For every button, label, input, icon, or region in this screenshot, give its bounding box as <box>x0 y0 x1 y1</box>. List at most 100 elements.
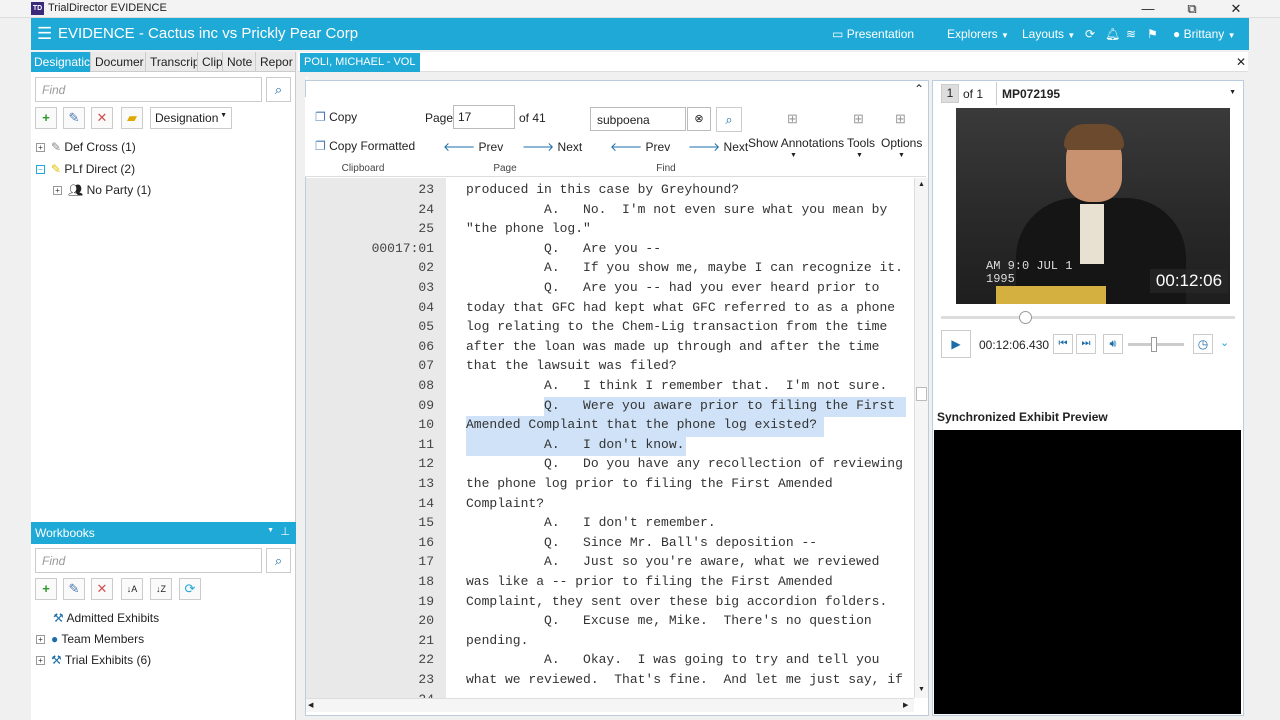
sort-asc-icon[interactable]: ↓A <box>121 578 143 600</box>
expand-icon[interactable]: + <box>36 143 45 153</box>
volume-icon[interactable]: 🔊︎ <box>1103 334 1123 354</box>
user-menu[interactable]: ● Brittany ▼ <box>1173 27 1236 41</box>
exhibit-select[interactable]: MP072195 ▼ <box>996 82 1242 105</box>
play-button[interactable]: ▶ <box>941 330 971 358</box>
wifi-icon[interactable]: ≋ <box>1126 27 1136 41</box>
workbook-item[interactable]: + ⚒ Trial Exhibits (6) <box>36 653 151 667</box>
transcript-line[interactable]: 04 today that GFC had kept what GFC refer… <box>306 300 914 320</box>
transcript-line[interactable]: 07 that the lawsuit was filed? <box>306 358 914 378</box>
transcript-line[interactable]: 23 produced in this case by Greyhound? <box>306 182 914 202</box>
presentation-button[interactable]: ▭ Presentation <box>832 27 914 41</box>
pin-icon[interactable]: ⊥ <box>280 525 290 538</box>
maximize-button[interactable]: ⧉ <box>1182 1 1202 17</box>
hamburger-menu-icon[interactable]: ☰ <box>37 24 52 44</box>
transcript-line[interactable]: 17 A. Just so you're aware, what we revi… <box>306 554 914 574</box>
tab-notes[interactable]: Note <box>224 52 256 72</box>
volume-handle[interactable] <box>1151 337 1157 352</box>
page-prev-button[interactable]: 🡐 Prev <box>443 139 503 154</box>
edit-icon[interactable]: ✎ <box>63 107 85 129</box>
transcript-body[interactable]: 23 produced in this case by Greyhound? 24 … <box>306 178 914 698</box>
tree-item[interactable]: + ✎ Def Cross (1) <box>36 140 136 154</box>
designation-select[interactable]: Designation ▼ <box>150 107 232 129</box>
transcript-line[interactable]: 12 Q. Do you have any recollection of re… <box>306 456 914 476</box>
scroll-up-icon[interactable]: ▲ <box>918 181 925 188</box>
bell-icon[interactable]: 🔔︎ <box>1105 27 1120 41</box>
collapse-ribbon-icon[interactable]: ⌃ <box>914 82 924 96</box>
show-annotations-button[interactable]: Show Annotations <box>748 136 844 150</box>
clock-icon[interactable]: ◷ <box>1193 334 1213 354</box>
page-next-button[interactable]: 🡒 Next <box>522 139 582 154</box>
workbooks-find-input[interactable]: Find <box>35 548 262 573</box>
transcript-line[interactable]: 03 Q. Are you -- had you ever heard prio… <box>306 280 914 300</box>
tab-transcripts[interactable]: Transcrip <box>147 52 198 72</box>
tab-transcript-poli[interactable]: POLI, MICHAEL - VOL 1 <box>300 53 420 87</box>
transcript-line[interactable]: 16 Q. Since Mr. Ball's deposition -- <box>306 535 914 555</box>
skip-back-icon[interactable]: ⏮ <box>1053 334 1073 354</box>
folder-icon[interactable]: ▰ <box>121 107 143 129</box>
transcript-line[interactable]: 18 was like a -- prior to filing the Firs… <box>306 574 914 594</box>
transcript-line[interactable]: 11 A. I don't know. <box>306 437 914 457</box>
transcript-line[interactable]: 25 "the phone log." <box>306 221 914 241</box>
copy-formatted-button[interactable]: ❐ Copy Formatted <box>315 139 415 153</box>
transcript-line[interactable]: 19 Complaint, they sent over these big ac… <box>306 594 914 614</box>
edit-icon[interactable]: ✎ <box>63 578 85 600</box>
chevron-down-icon[interactable]: ⌄ <box>1220 336 1229 349</box>
find-prev-button[interactable]: 🡐 Prev <box>610 139 670 154</box>
transcript-line[interactable]: 06 after the loan was made up through and… <box>306 339 914 359</box>
designation-find-input[interactable]: Find <box>35 77 262 102</box>
transcript-line[interactable]: 24 A. No. I'm not even sure what you mea… <box>306 202 914 222</box>
tab-designations[interactable]: Designatic <box>31 52 91 72</box>
video-frame[interactable]: AM 9:0 JUL 1 1995 00:12:06 <box>956 108 1230 304</box>
add-icon[interactable]: + <box>35 578 57 600</box>
transcript-line[interactable]: 15 A. I don't remember. <box>306 515 914 535</box>
tools-button[interactable]: Tools <box>847 136 875 150</box>
layouts-menu[interactable]: Layouts ▼ <box>1022 27 1075 41</box>
add-icon[interactable]: + <box>35 107 57 129</box>
caret-down-icon[interactable]: ▼ <box>267 527 274 534</box>
transcript-line[interactable]: 08 A. I think I remember that. I'm not s… <box>306 378 914 398</box>
transcript-line[interactable]: 23 what we reviewed. That's fine. And let… <box>306 672 914 692</box>
close-document-icon[interactable]: ✕ <box>1236 55 1246 69</box>
explorers-menu[interactable]: Explorers ▼ <box>947 27 1009 41</box>
tree-item[interactable]: + 👥︎ No Party (1) <box>53 183 151 197</box>
close-button[interactable]: ✕ <box>1226 1 1246 17</box>
scroll-thumb[interactable] <box>916 387 927 401</box>
flag-icon[interactable]: ⚑ <box>1147 27 1158 41</box>
scroll-right-icon[interactable]: ▶ <box>903 701 908 709</box>
expand-icon[interactable]: + <box>36 635 45 645</box>
transcript-line[interactable]: 21 pending. <box>306 633 914 653</box>
search-icon[interactable]: ⌕ <box>716 107 742 132</box>
skip-forward-icon[interactable]: ⏭ <box>1076 334 1096 354</box>
scroll-left-icon[interactable]: ◀ <box>308 701 313 709</box>
video-progress-track[interactable] <box>941 316 1235 319</box>
transcript-line[interactable]: 09 Q. Were you aware prior to filing the… <box>306 398 914 418</box>
exhibit-page-number[interactable]: 1 <box>941 84 959 103</box>
clear-find-icon[interactable]: ⊗ <box>687 107 711 131</box>
tree-item[interactable]: − ✎ PLf Direct (2) <box>36 162 135 176</box>
expand-icon[interactable]: + <box>53 186 62 196</box>
vertical-scrollbar[interactable]: ▲ ▼ <box>914 178 928 698</box>
delete-icon[interactable]: ✕ <box>91 107 113 129</box>
expand-icon[interactable]: + <box>36 656 45 666</box>
minimize-button[interactable]: — <box>1138 1 1158 16</box>
delete-icon[interactable]: ✕ <box>91 578 113 600</box>
workbook-item[interactable]: + ● Team Members <box>36 632 144 646</box>
options-button[interactable]: Options <box>881 136 922 150</box>
page-number-input[interactable]: 17 <box>453 105 515 129</box>
transcript-line[interactable]: 02 A. If you show me, maybe I can recogn… <box>306 260 914 280</box>
refresh-icon[interactable]: ⟳ <box>1085 27 1095 41</box>
scroll-down-icon[interactable]: ▼ <box>918 686 925 693</box>
search-icon[interactable]: ⌕ <box>266 77 291 102</box>
sort-desc-icon[interactable]: ↓Z <box>150 578 172 600</box>
transcript-line[interactable]: 10 Amended Complaint that the phone log e… <box>306 417 914 437</box>
find-input[interactable]: subpoena <box>590 107 686 131</box>
transcript-line[interactable]: 14 Complaint? <box>306 496 914 516</box>
collapse-icon[interactable]: − <box>36 165 45 175</box>
horizontal-scrollbar[interactable]: ◀ ▶ <box>306 698 914 712</box>
transcript-line[interactable]: 00017:01 Q. Are you -- <box>306 241 914 261</box>
tab-reports[interactable]: Repor <box>257 52 296 72</box>
workbook-item[interactable]: ⚒ Admitted Exhibits <box>53 611 159 625</box>
tab-documents[interactable]: Documer <box>92 52 146 72</box>
transcript-line[interactable]: 13 the phone log prior to filing the Firs… <box>306 476 914 496</box>
tab-clips[interactable]: Clip <box>199 52 223 72</box>
